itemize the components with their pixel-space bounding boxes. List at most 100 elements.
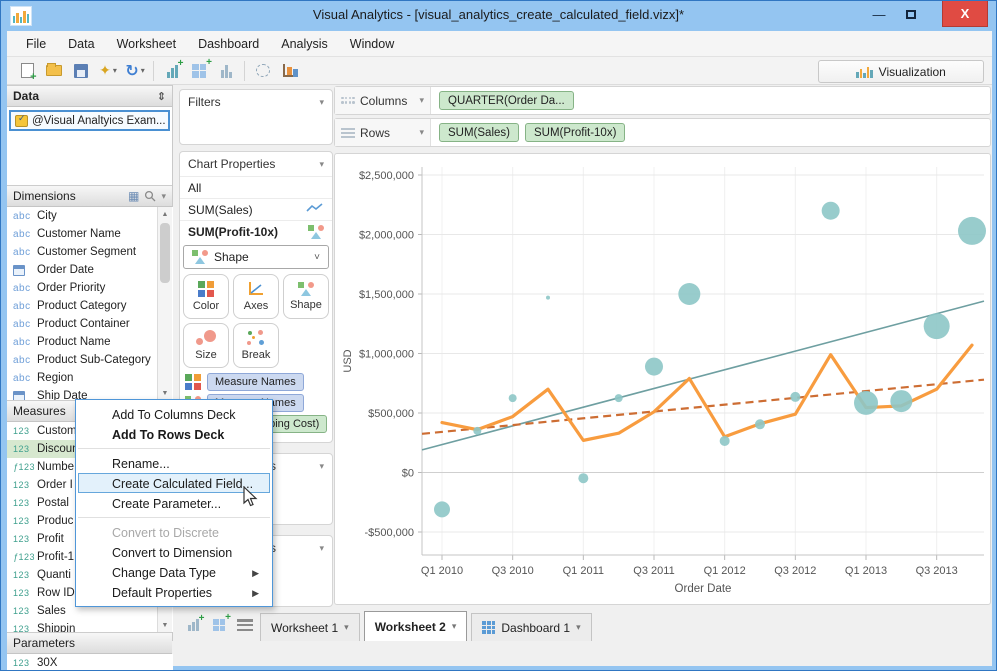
numeric-icon: 123 (13, 444, 30, 454)
minimize-button[interactable]: — (864, 1, 894, 27)
new-worksheet-icon[interactable]: + (182, 613, 205, 636)
submenu-arrow-icon: ▶ (252, 568, 259, 578)
shape-select[interactable]: Shape ˅ (183, 245, 329, 269)
dimension-item[interactable]: abc Customer Name (7, 225, 173, 243)
context-menu-item[interactable]: Rename... (78, 453, 270, 473)
menu-dashboard[interactable]: Dashboard (189, 34, 268, 54)
shelf-pill[interactable]: SUM(Profit-10x) (524, 123, 626, 142)
dimension-item[interactable]: abc Product Category (7, 297, 173, 315)
maximize-button[interactable] (896, 1, 926, 27)
format-wand-icon[interactable]: ✦ ▾ (96, 60, 120, 82)
context-menu-item[interactable]: Add To Columns Deck (78, 404, 270, 424)
visualization-button[interactable]: Visualization (818, 60, 984, 83)
context-menu-item[interactable]: Default Properties ▶ (78, 582, 270, 602)
refresh-icon[interactable]: ↻ ▾ (123, 60, 147, 82)
legend-pill[interactable]: Measure Names (207, 373, 304, 391)
color-icon (198, 281, 214, 297)
chart-properties-tab[interactable]: SUM(Profit-10x) (180, 220, 332, 242)
field-label: Customer Segment (37, 246, 137, 258)
tab-label: Worksheet 2 (374, 619, 446, 634)
view-as-table-icon[interactable]: ▦ (128, 189, 139, 203)
dimensions-header: Dimensions ▦ ▾ (7, 185, 172, 207)
field-label: Quanti (37, 569, 71, 581)
dimension-item[interactable]: abc Region (7, 369, 173, 387)
title-bar: Visual Analytics - [visual_analytics_cre… (1, 1, 996, 31)
measure-item[interactable]: 123 Shippin (7, 620, 173, 632)
add-grid-icon[interactable]: + (187, 57, 212, 82)
search-icon[interactable] (144, 190, 156, 202)
dimension-item[interactable]: abc Product Container (7, 315, 173, 333)
toolbar-separator (153, 60, 154, 81)
rows-shelf: Rows ▾ SUM(Sales) SUM(Profit-10x) (334, 118, 991, 147)
save-icon[interactable] (69, 60, 93, 82)
chart-properties-tab[interactable]: All (180, 176, 332, 198)
mouse-cursor (243, 486, 258, 507)
shelf-pill[interactable]: SUM(Sales) (439, 123, 519, 142)
color-button[interactable]: Color (183, 274, 229, 319)
field-label: Order Priority (37, 282, 106, 294)
lasso-icon[interactable] (251, 60, 275, 82)
worksheet-tab-bar: + + Worksheet 1 ▾ Worksheet 2 ▾ Dashboard … (174, 609, 992, 641)
close-button[interactable]: X (942, 1, 988, 27)
numeric-icon: 123 (13, 588, 30, 598)
add-chart-icon[interactable]: + (160, 58, 184, 82)
menu-window[interactable]: Window (341, 34, 403, 54)
tab-worksheet-2[interactable]: Worksheet 2 ▾ (363, 611, 468, 641)
chart-properties-tab-label: SUM(Sales) (188, 202, 253, 217)
menu-data[interactable]: Data (59, 34, 103, 54)
dashboard-icon (482, 621, 496, 634)
button-label: Axes (243, 300, 269, 312)
sheet-list-icon[interactable] (234, 614, 256, 636)
context-menu-item[interactable]: Convert to Discrete (78, 522, 270, 542)
context-menu-item[interactable]: Change Data Type ▶ (78, 562, 270, 582)
svg-text:Order Date: Order Date (675, 583, 732, 595)
dimensions-scrollbar[interactable]: ▲ ▼ (157, 207, 172, 400)
size-button[interactable]: Size (183, 323, 229, 368)
context-menu-item[interactable]: Convert to Dimension (78, 542, 270, 562)
chevron-down-icon: ˅ (314, 251, 320, 263)
rows-shelf-label[interactable]: Rows ▾ (335, 119, 431, 146)
axes-button[interactable]: Axes (233, 274, 279, 319)
filters-header[interactable]: Filters ▾ (180, 90, 332, 114)
dimension-item[interactable]: abc Product Name (7, 333, 173, 351)
context-menu-item[interactable]: Add To Rows Deck (78, 424, 270, 444)
numeric-icon: 123 (13, 570, 30, 580)
visualization-icon (856, 66, 873, 78)
dimension-item[interactable]: abc Order Priority (7, 279, 173, 297)
dimension-item[interactable]: Order Date (7, 261, 173, 279)
abc-icon: abc (13, 318, 31, 330)
columns-shelf-label[interactable]: Columns ▾ (335, 87, 431, 114)
parameters-title: Parameters (13, 636, 76, 650)
tab-worksheet-1[interactable]: Worksheet 1 ▾ (260, 613, 360, 641)
menu-analysis[interactable]: Analysis (272, 34, 337, 54)
open-folder-icon[interactable] (42, 60, 66, 82)
numeric-icon: 123 (13, 426, 30, 436)
sort-toggle-icon[interactable]: ⇕ (157, 90, 166, 103)
field-label: Profit (37, 533, 64, 545)
columns-shelf: Columns ▾ QUARTER(Order Da... (334, 86, 991, 115)
shape-button[interactable]: Shape (283, 274, 329, 319)
parameter-item[interactable]: 123 30X (7, 654, 173, 670)
menu-file[interactable]: File (17, 34, 55, 54)
dimensions-dropdown-icon[interactable]: ▾ (161, 191, 166, 202)
break-icon (247, 330, 265, 346)
chart-properties-header[interactable]: Chart Properties ▾ (180, 152, 332, 176)
dimension-item[interactable]: abc City (7, 207, 173, 225)
chart-properties-tab[interactable]: SUM(Sales) (180, 198, 332, 220)
menu-worksheet[interactable]: Worksheet (108, 34, 186, 54)
field-label: Product Container (37, 318, 130, 330)
new-sheet-icon[interactable] (15, 60, 39, 83)
numeric-icon: 123 (13, 624, 30, 632)
filters-card: Filters ▾ (179, 89, 333, 145)
dimension-item[interactable]: abc Product Sub-Category (7, 351, 173, 369)
tab-dashboard-1[interactable]: Dashboard 1 ▾ (471, 613, 592, 641)
abc-icon: abc (13, 336, 31, 348)
new-dashboard-icon[interactable]: + (208, 612, 231, 636)
dimension-item[interactable]: abc Customer Segment (7, 243, 173, 261)
mini-chart-icon[interactable] (278, 60, 302, 82)
svg-text:$2,000,000: $2,000,000 (359, 230, 414, 242)
bar-chart-icon[interactable] (214, 60, 238, 82)
data-connection[interactable]: @Visual Analtyics Exam... (9, 110, 170, 131)
break-button[interactable]: Break (233, 323, 279, 368)
shelf-pill[interactable]: QUARTER(Order Da... (439, 91, 574, 110)
